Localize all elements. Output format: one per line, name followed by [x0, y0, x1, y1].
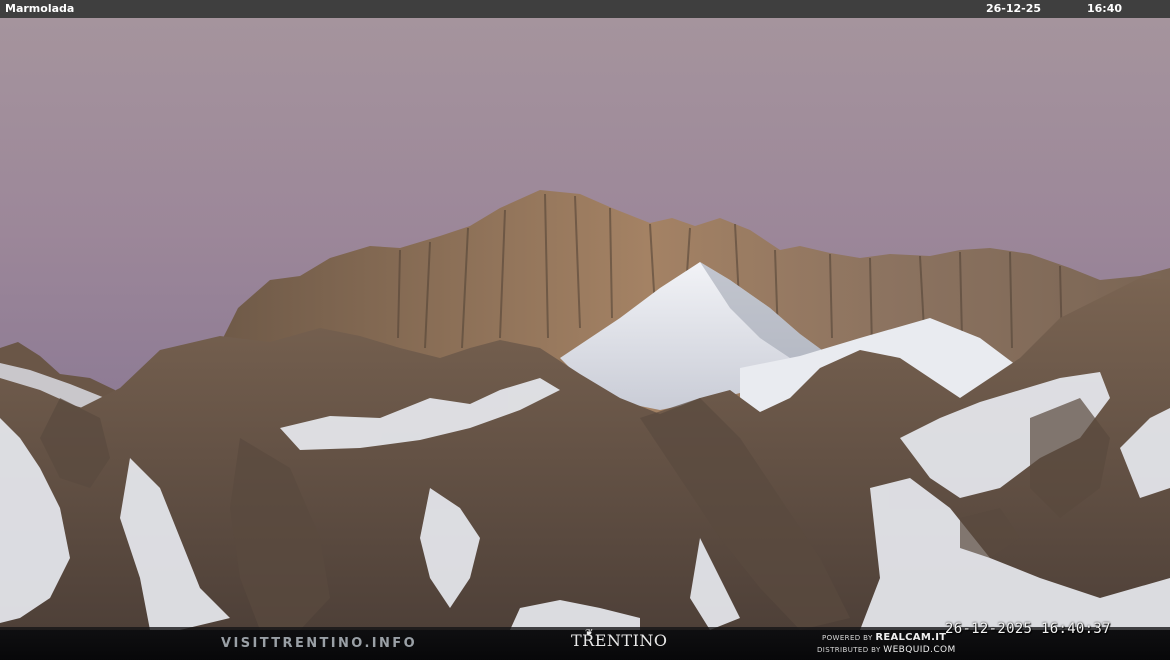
logo-mark-icon: ❦: [585, 628, 594, 639]
webcam-footer-bar: VISITTRENTINO.INFO ❦ TRENTINO POWERED BY…: [0, 621, 1170, 660]
capture-timestamp: 26-12-2025 16:40:37: [945, 621, 1111, 637]
trentino-logo: ❦ TRENTINO: [571, 628, 668, 650]
date-label: 26-12-25: [986, 2, 1042, 15]
location-label: Marmolada: [5, 2, 75, 15]
site-watermark: VISITTRENTINO.INFO: [221, 636, 418, 651]
webcam-header-bar: Marmolada 26-12-25 16:40: [0, 0, 1170, 18]
distributed-by-text: DISTRIBUTED BY WEBQUID.COM: [817, 645, 956, 655]
webcam-view: Marmolada 26-12-25 16:40 VISITTRENTINO.I…: [0, 0, 1170, 660]
time-label: 16:40: [1087, 2, 1123, 15]
powered-by-text: POWERED BY REALCAM.IT: [822, 632, 947, 643]
mountain-photo: [0, 18, 1170, 630]
